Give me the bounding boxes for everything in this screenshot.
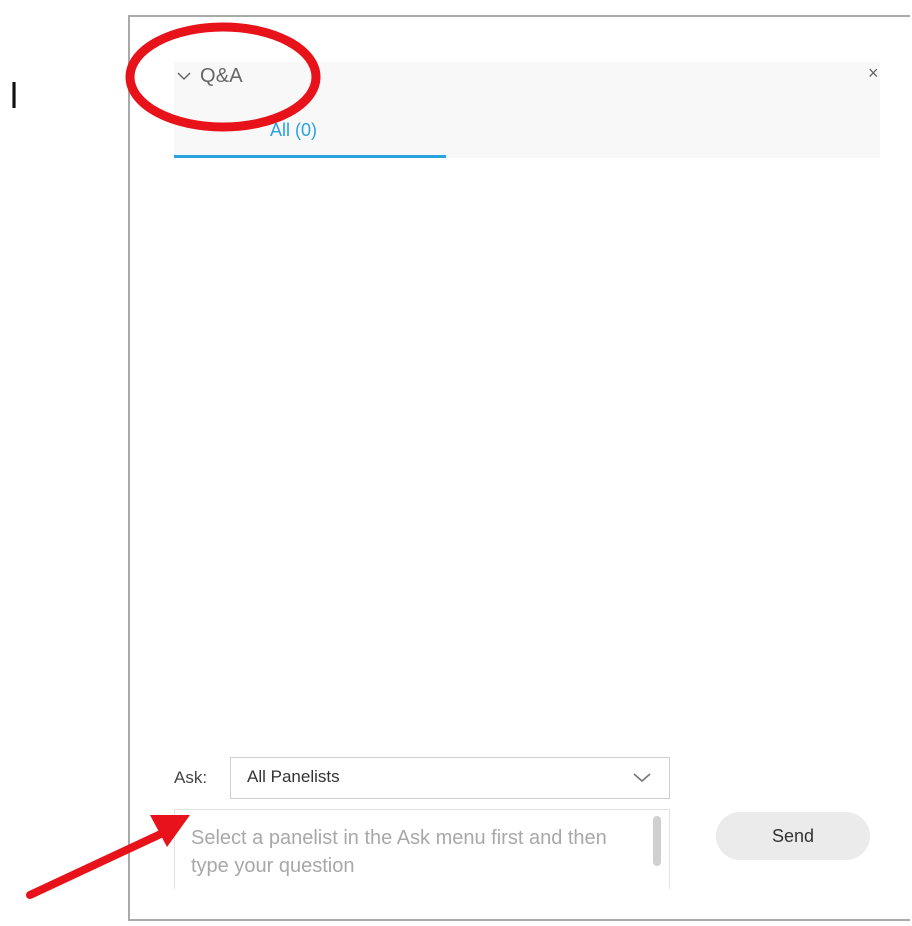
qa-header: Q&A All (0) — [174, 62, 880, 158]
panel-title: Q&A — [200, 65, 243, 87]
chevron-down-icon — [633, 773, 651, 783]
tab-all[interactable]: All (0) — [174, 112, 446, 158]
chevron-down-icon-glyph — [177, 72, 191, 81]
ask-label: Ask: — [174, 768, 208, 787]
stray-text: l — [10, 75, 18, 116]
close-icon[interactable]: × — [868, 63, 879, 84]
qa-panel: Q&A All (0) × Ask: All Panelists Select … — [128, 15, 910, 921]
question-input[interactable]: Select a panelist in the Ask menu first … — [174, 809, 670, 889]
ask-dropdown[interactable]: All Panelists — [230, 757, 670, 799]
chevron-down-icon[interactable] — [174, 66, 194, 86]
tab-all-label: All (0) — [270, 120, 318, 140]
question-scrollbar[interactable] — [653, 816, 661, 866]
question-placeholder: Select a panelist in the Ask menu first … — [191, 827, 607, 877]
ask-dropdown-value: All Panelists — [247, 767, 340, 786]
send-button[interactable]: Send — [716, 812, 870, 860]
